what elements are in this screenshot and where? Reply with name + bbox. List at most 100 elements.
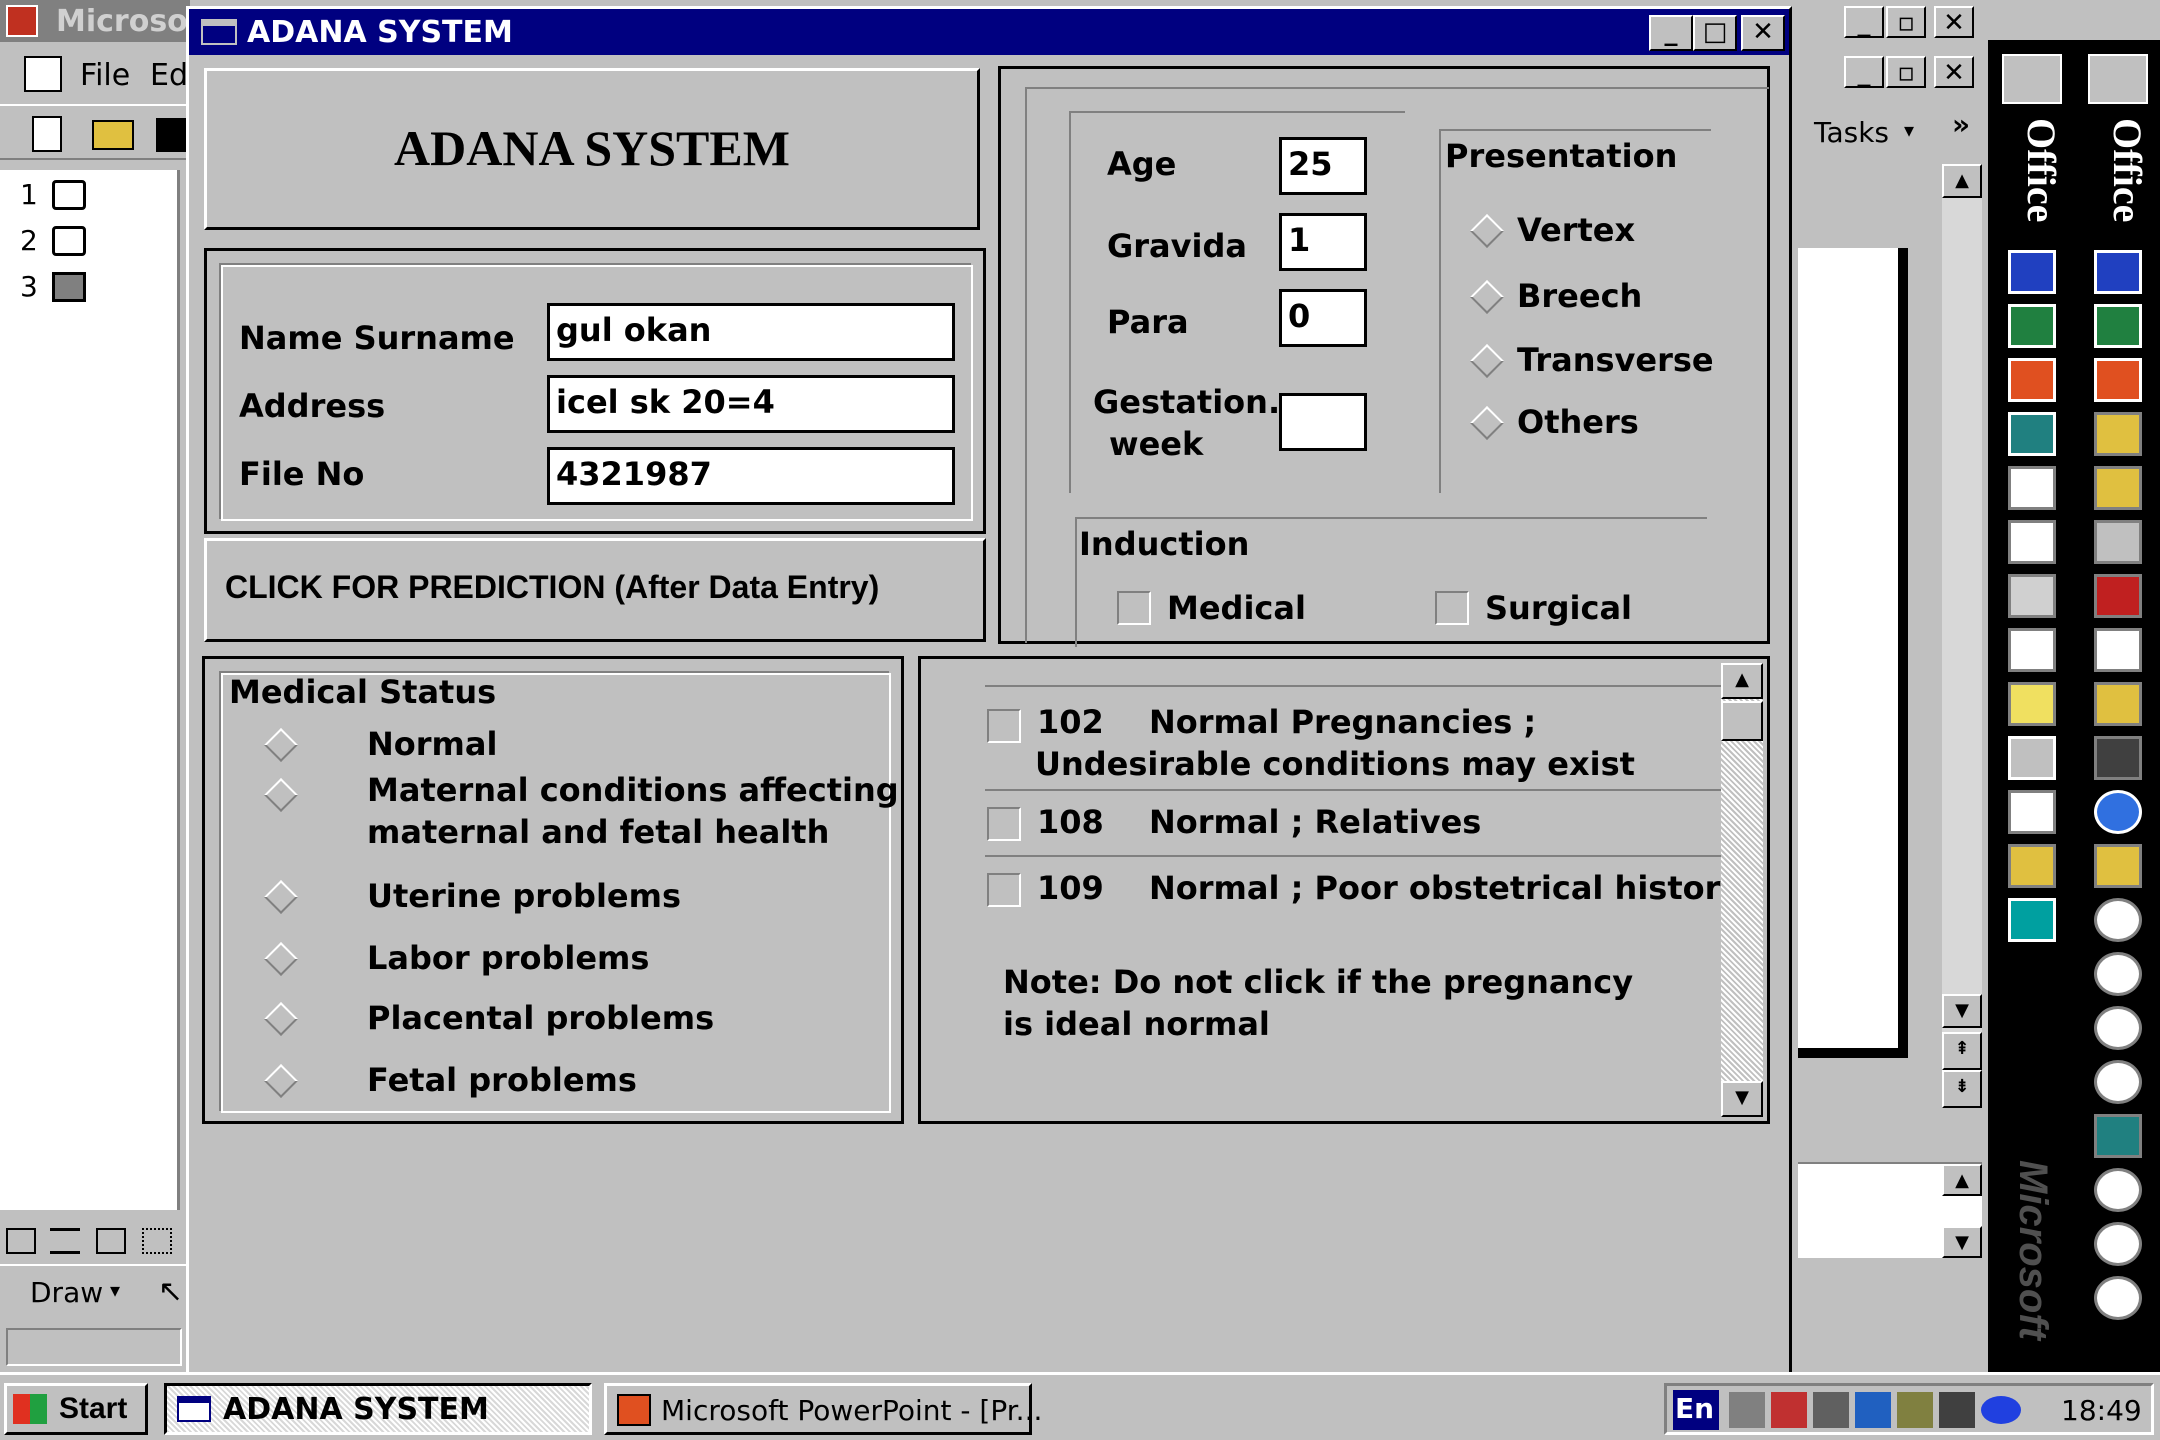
- slide-number[interactable]: 1: [20, 178, 38, 211]
- medical-option-normal[interactable]: Normal: [261, 721, 877, 769]
- document-icon[interactable]: [2094, 628, 2142, 672]
- language-indicator[interactable]: En: [1673, 1390, 1719, 1430]
- slide-view-icon[interactable]: [96, 1228, 126, 1254]
- window-close-button[interactable]: ✕: [1741, 15, 1785, 51]
- code-row-108[interactable]: 108 Normal ; Relatives: [985, 799, 1735, 847]
- help-icon[interactable]: [2094, 1168, 2142, 1212]
- word-icon[interactable]: [2008, 250, 2056, 294]
- code-row-109[interactable]: 109 Normal ; Poor obstetrical history: [985, 865, 1741, 913]
- scroll-down-button[interactable]: ▼: [1942, 994, 1982, 1028]
- screen-icon[interactable]: [2008, 898, 2056, 942]
- window-minimize-button[interactable]: _: [1649, 15, 1693, 51]
- medical-option-fetal[interactable]: Fetal problems: [261, 1057, 877, 1105]
- help-icon[interactable]: [2094, 1006, 2142, 1050]
- presentation-option-breech[interactable]: Breech: [1467, 273, 1705, 321]
- code-row-102[interactable]: 102 Normal Pregnancies ; Undesirable con…: [985, 699, 1735, 789]
- medical-option-maternal[interactable]: Maternal conditions affecting maternal a…: [261, 769, 899, 869]
- minimize-button[interactable]: _: [1844, 6, 1884, 38]
- presentation-option-vertex[interactable]: Vertex: [1467, 207, 1705, 255]
- access-icon[interactable]: [2008, 412, 2056, 456]
- task-icon[interactable]: [2008, 790, 2056, 834]
- para-field[interactable]: 0: [1279, 289, 1367, 347]
- open-folder-icon[interactable]: [92, 120, 134, 150]
- help-icon[interactable]: [2094, 898, 2142, 942]
- folder-icon[interactable]: [2094, 466, 2142, 510]
- fileno-field[interactable]: 4321987: [547, 447, 955, 505]
- prev-slide-button[interactable]: ⇞: [1942, 1032, 1982, 1070]
- next-slide-button[interactable]: ⇟: [1942, 1070, 1982, 1108]
- doc-maximize-button[interactable]: ▫: [1886, 56, 1926, 88]
- scroll-up-button[interactable]: ▲: [1721, 663, 1763, 699]
- excel-icon[interactable]: [2094, 304, 2142, 348]
- checkbox[interactable]: [987, 709, 1021, 743]
- notes-scroll-down[interactable]: ▼: [1942, 1226, 1982, 1258]
- sorter-view-icon[interactable]: [142, 1228, 172, 1254]
- calendar-icon[interactable]: [2008, 466, 2056, 510]
- slide-icon[interactable]: [52, 226, 86, 256]
- medical-option-placental[interactable]: Placental problems: [261, 995, 877, 1043]
- journal-icon[interactable]: [2008, 574, 2056, 618]
- tray-icon[interactable]: [1729, 1392, 1765, 1428]
- key-icon[interactable]: [2094, 844, 2142, 888]
- office-logo-icon[interactable]: [2088, 54, 2148, 104]
- checkbox[interactable]: [1435, 591, 1469, 625]
- scroll-down-button[interactable]: ▼: [1721, 1081, 1763, 1117]
- volume-icon[interactable]: [1939, 1392, 1975, 1428]
- scroll-thumb[interactable]: [1721, 701, 1763, 741]
- doc-close-button[interactable]: ✕: [1934, 56, 1974, 88]
- notes-scroll-up[interactable]: ▲: [1942, 1164, 1982, 1196]
- medical-option-uterine[interactable]: Uterine problems: [261, 873, 877, 921]
- induction-option-surgical[interactable]: Surgical: [1433, 583, 1651, 633]
- powerpoint-icon[interactable]: [2094, 358, 2142, 402]
- vertical-scrollbar[interactable]: ▲ ▼ ⇞ ⇟: [1942, 164, 1982, 1108]
- slide-number[interactable]: 3: [20, 270, 38, 303]
- pointer-icon[interactable]: ↖: [158, 1274, 183, 1309]
- maximize-button[interactable]: ▫: [1886, 6, 1926, 38]
- folder-icon[interactable]: [2094, 412, 2142, 456]
- find-icon[interactable]: [2094, 520, 2142, 564]
- more-icon[interactable]: »: [1952, 108, 1970, 141]
- checkbox[interactable]: [1117, 591, 1151, 625]
- help-icon[interactable]: [2094, 952, 2142, 996]
- open-folder-icon[interactable]: [2094, 682, 2142, 726]
- address-field[interactable]: icel sk 20=4: [547, 375, 955, 433]
- note-icon[interactable]: [2008, 682, 2056, 726]
- start-button[interactable]: Start: [4, 1383, 148, 1435]
- help-icon[interactable]: [2094, 1222, 2142, 1266]
- close-button[interactable]: ✕: [1934, 6, 1974, 38]
- scroll-up-button[interactable]: ▲: [1942, 164, 1982, 198]
- window-maximize-button[interactable]: □: [1693, 15, 1737, 51]
- office-logo-icon[interactable]: [2002, 54, 2062, 104]
- taskbar-item-adana[interactable]: ADANA SYSTEM: [164, 1383, 592, 1435]
- clock-icon[interactable]: [2094, 1114, 2142, 1158]
- presentation-option-others[interactable]: Others: [1467, 399, 1705, 447]
- keyboard-icon[interactable]: [2094, 736, 2142, 780]
- tasks-menu[interactable]: Tasks: [1814, 116, 1889, 149]
- slide-number[interactable]: 2: [20, 224, 38, 257]
- word-icon[interactable]: [2094, 250, 2142, 294]
- medical-option-labor[interactable]: Labor problems: [261, 935, 879, 983]
- powerpoint-icon[interactable]: [2008, 358, 2056, 402]
- gravida-field[interactable]: 1: [1279, 213, 1367, 271]
- outline-view-icon[interactable]: [50, 1228, 80, 1254]
- slide-icon[interactable]: [52, 180, 86, 210]
- taskbar-item-powerpoint[interactable]: Microsoft PowerPoint - [Pr...: [604, 1383, 1042, 1435]
- tray-icon[interactable]: [1855, 1392, 1891, 1428]
- save-icon[interactable]: [156, 118, 190, 152]
- tray-icon[interactable]: [1897, 1392, 1933, 1428]
- slide-icon[interactable]: [52, 272, 86, 302]
- folder-icon[interactable]: [2008, 844, 2056, 888]
- presentation-option-transverse[interactable]: Transverse: [1467, 337, 1714, 385]
- program-icon[interactable]: [2094, 574, 2142, 618]
- gestation-field[interactable]: [1279, 393, 1367, 451]
- normal-view-icon[interactable]: [6, 1228, 36, 1254]
- mail-icon[interactable]: [2008, 628, 2056, 672]
- checkbox[interactable]: [987, 873, 1021, 907]
- induction-option-medical[interactable]: Medical: [1115, 583, 1311, 633]
- doc-minimize-button[interactable]: _: [1844, 56, 1884, 88]
- tray-icon[interactable]: [1813, 1392, 1849, 1428]
- internet-explorer-icon[interactable]: [2094, 790, 2142, 834]
- draw-menu[interactable]: Draw: [30, 1276, 103, 1309]
- help-icon[interactable]: [2094, 1060, 2142, 1104]
- excel-icon[interactable]: [2008, 304, 2056, 348]
